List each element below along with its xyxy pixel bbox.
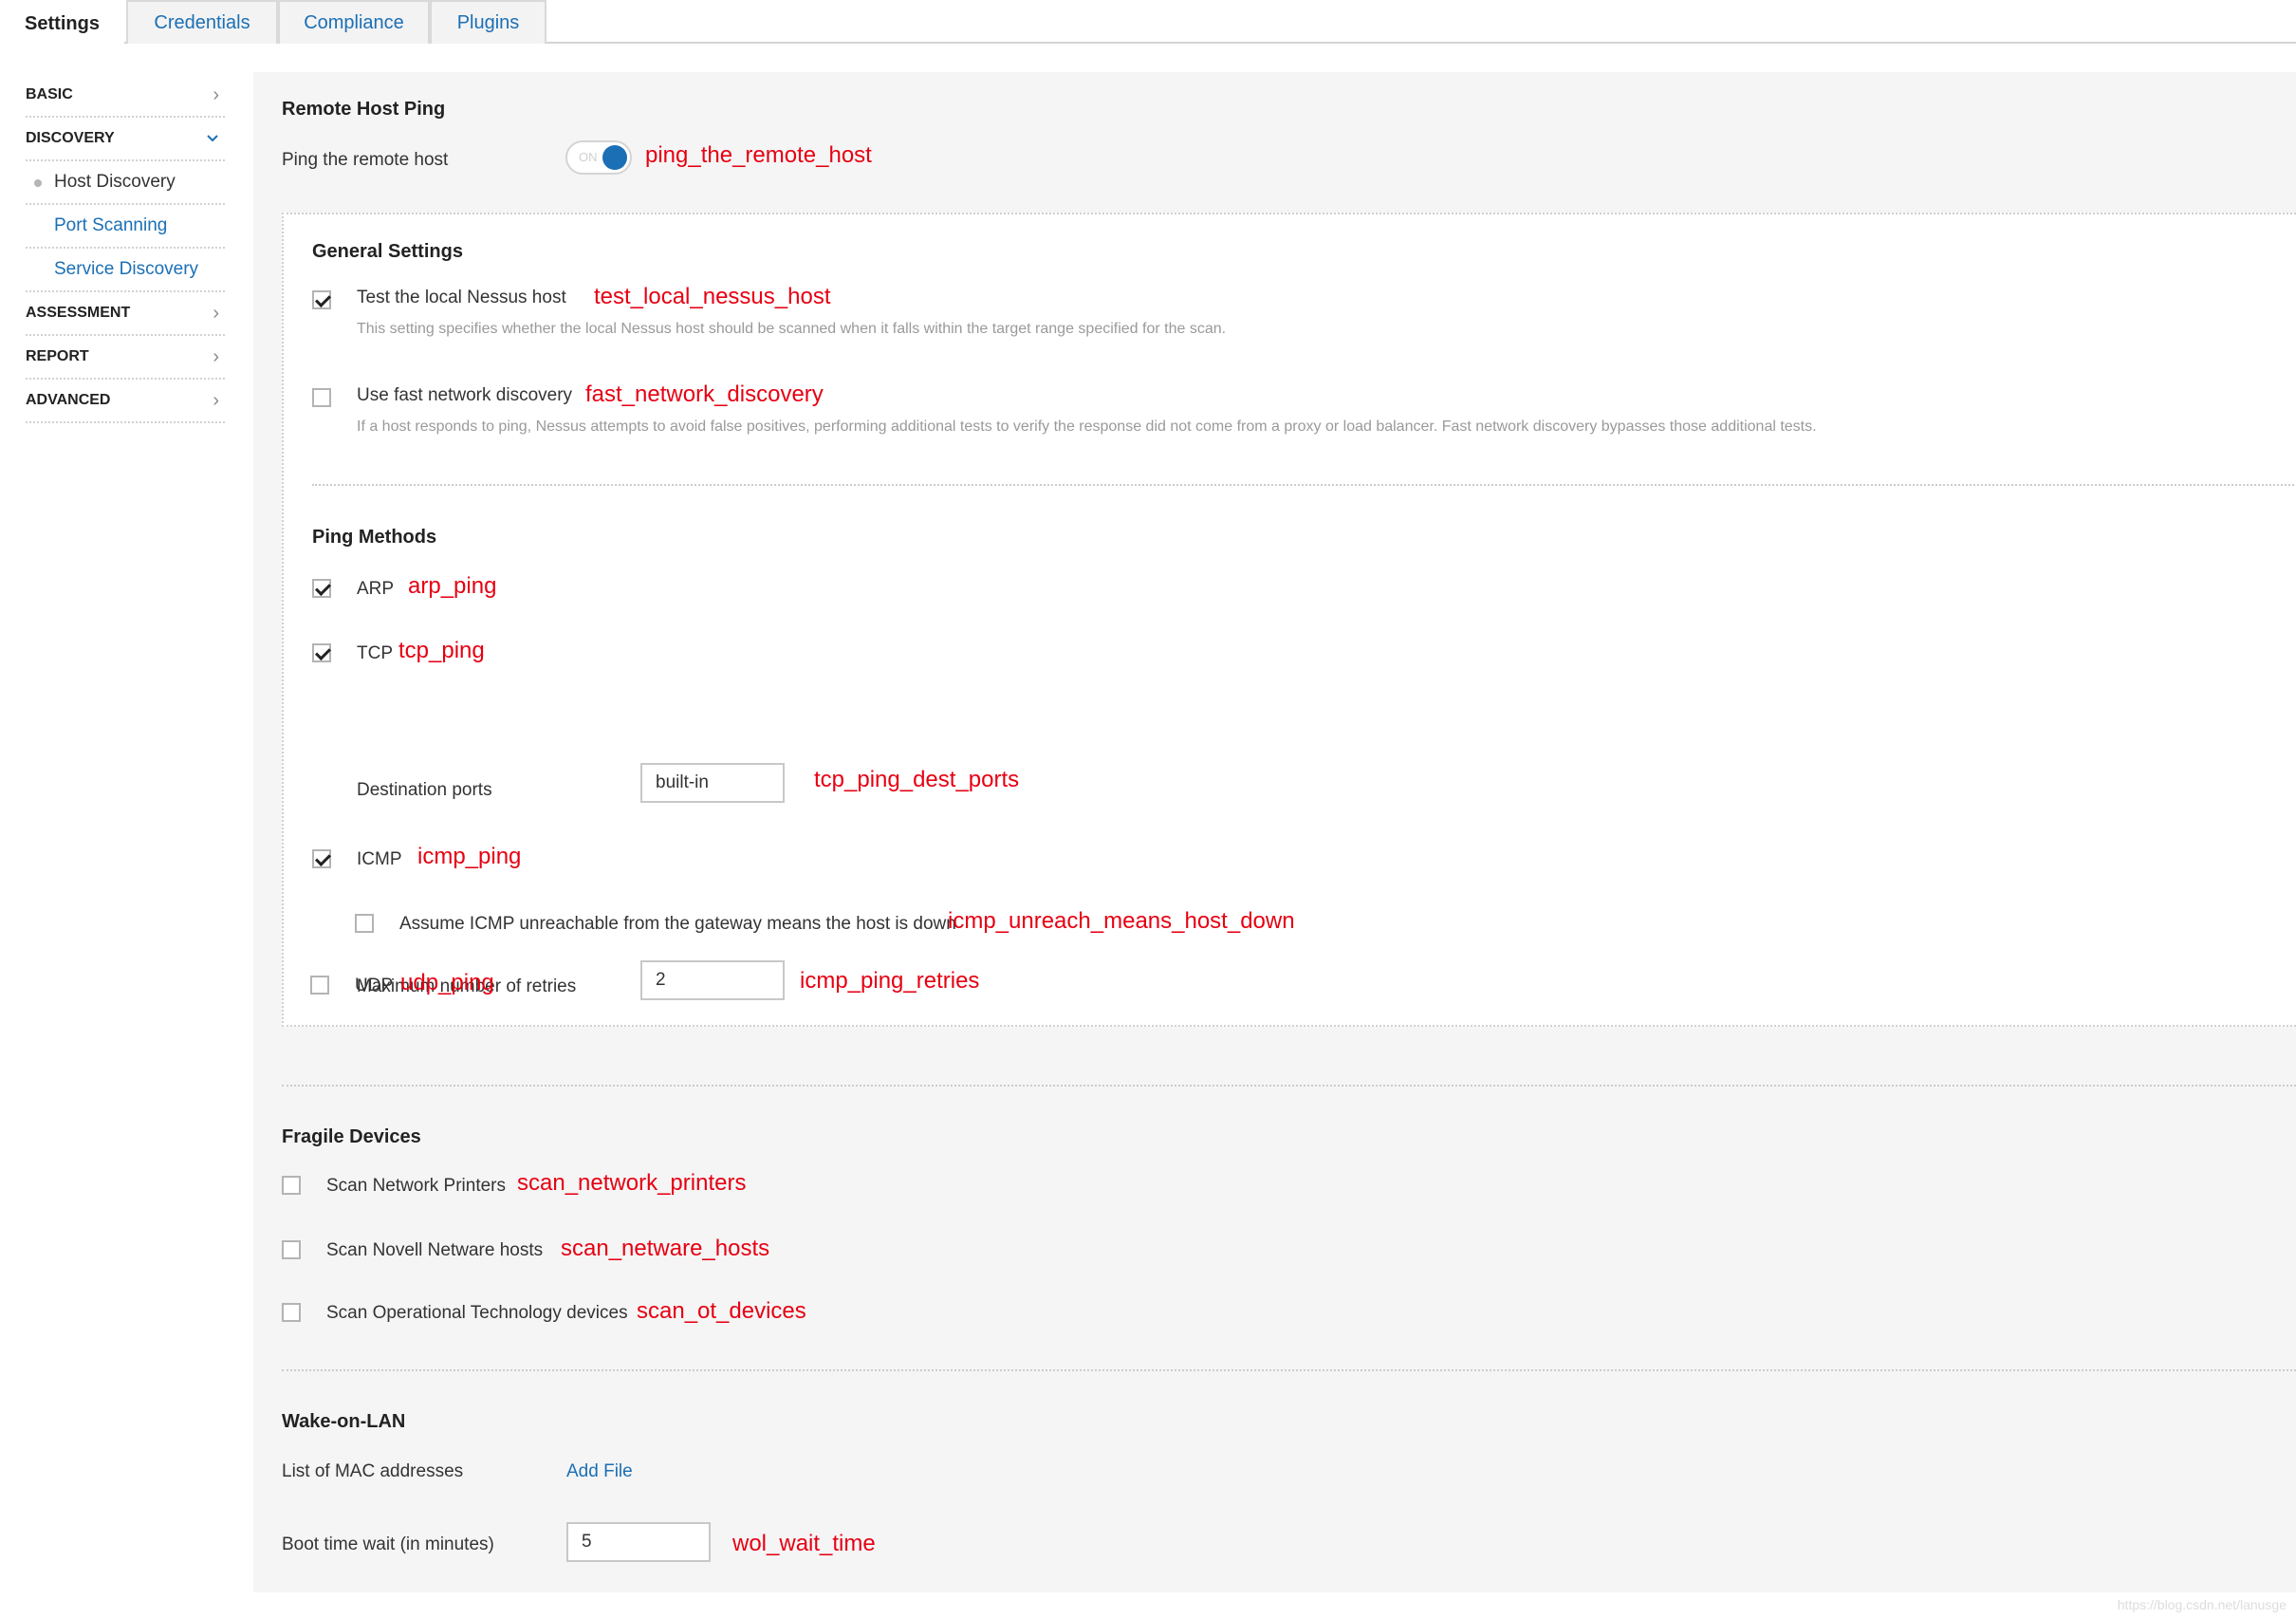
annotation-icmp-ping: icmp_ping: [417, 844, 522, 869]
ping-settings-subpanel: General Settings Test the local Nessus h…: [282, 213, 2296, 1027]
sidebar-item-assessment[interactable]: ASSESSMENT ›: [26, 292, 225, 336]
icmp-unreachable-checkbox[interactable]: [355, 914, 374, 933]
tab-compliance[interactable]: Compliance: [278, 0, 430, 44]
fast-network-discovery-description: If a host responds to ping, Nessus attem…: [357, 418, 1817, 435]
test-local-nessus-description: This setting specifies whether the local…: [357, 321, 1227, 337]
sidebar-item-label: Service Discovery: [54, 259, 199, 279]
tab-bar: Settings Credentials Compliance Plugins: [0, 0, 2296, 46]
chevron-right-icon: ›: [213, 302, 219, 324]
annotation-tcp-ping: tcp_ping: [398, 638, 485, 663]
section-title-wake-on-lan: Wake-on-LAN: [282, 1411, 406, 1432]
fast-network-discovery-label: Use fast network discovery: [357, 385, 573, 405]
sidebar-item-service-discovery[interactable]: Service Discovery: [26, 249, 225, 292]
test-local-nessus-checkbox[interactable]: [312, 290, 331, 309]
scan-ot-devices-label: Scan Operational Technology devices: [326, 1303, 628, 1323]
sidebar: BASIC › DISCOVERY Host Discovery Port Sc…: [26, 74, 225, 423]
chevron-right-icon: ›: [213, 345, 219, 367]
sidebar-item-report[interactable]: REPORT ›: [26, 336, 225, 380]
boot-time-wait-input[interactable]: [566, 1522, 711, 1562]
settings-panel: Remote Host Ping Ping the remote host ON…: [253, 72, 2296, 1592]
sidebar-item-label: Host Discovery: [54, 172, 176, 192]
sidebar-item-label: Port Scanning: [54, 215, 168, 235]
icmp-label: ICMP: [357, 849, 402, 869]
boot-time-wait-label: Boot time wait (in minutes): [282, 1534, 494, 1554]
scan-netware-hosts-label: Scan Novell Netware hosts: [326, 1240, 544, 1260]
annotation-wol-wait-time: wol_wait_time: [732, 1531, 876, 1556]
arp-label: ARP: [357, 579, 395, 599]
annotation-icmp-unreach-means-host-down: icmp_unreach_means_host_down: [948, 908, 1295, 934]
max-retries-input[interactable]: [640, 960, 785, 1000]
divider: [282, 1085, 2296, 1087]
annotation-udp-ping: udp_ping: [400, 970, 494, 995]
udp-checkbox[interactable]: [310, 976, 329, 995]
annotation-scan-network-printers: scan_network_printers: [517, 1170, 747, 1196]
sidebar-item-label: ADVANCED: [26, 392, 111, 408]
scan-network-printers-checkbox[interactable]: [282, 1176, 301, 1195]
toggle-knob: [602, 145, 627, 170]
sidebar-item-basic[interactable]: BASIC ›: [26, 74, 225, 118]
annotation-scan-netware-hosts: scan_netware_hosts: [561, 1236, 770, 1261]
watermark: https://blog.csdn.net/lanusge: [2117, 1597, 2287, 1612]
mac-addresses-label: List of MAC addresses: [282, 1461, 464, 1481]
bullet-icon: [34, 179, 42, 187]
annotation-test-local-nessus-host: test_local_nessus_host: [594, 284, 831, 309]
annotation-icmp-ping-retries: icmp_ping_retries: [800, 968, 980, 994]
divider: [312, 484, 2296, 486]
sidebar-item-host-discovery[interactable]: Host Discovery: [26, 161, 225, 205]
arp-checkbox[interactable]: [312, 579, 331, 598]
tab-settings[interactable]: Settings: [0, 0, 124, 46]
tcp-checkbox[interactable]: [312, 643, 331, 662]
destination-ports-label: Destination ports: [357, 780, 492, 800]
annotation-tcp-ping-dest-ports: tcp_ping_dest_ports: [814, 767, 1020, 792]
tcp-label: TCP: [357, 643, 393, 663]
scan-network-printers-label: Scan Network Printers: [326, 1176, 507, 1196]
annotation-arp-ping: arp_ping: [408, 573, 497, 599]
annotation-ping-the-remote-host: ping_the_remote_host: [645, 142, 872, 168]
sidebar-item-label: DISCOVERY: [26, 130, 115, 146]
chevron-right-icon: ›: [213, 389, 219, 411]
sidebar-item-discovery[interactable]: DISCOVERY: [26, 118, 225, 161]
chevron-down-icon: [206, 118, 219, 159]
section-title-remote-host-ping: Remote Host Ping: [282, 99, 446, 120]
sidebar-item-label: ASSESSMENT: [26, 305, 131, 321]
tab-credentials[interactable]: Credentials: [126, 0, 278, 44]
icmp-unreachable-label: Assume ICMP unreachable from the gateway…: [399, 914, 956, 934]
scan-netware-hosts-checkbox[interactable]: [282, 1240, 301, 1259]
annotation-scan-ot-devices: scan_ot_devices: [637, 1298, 806, 1324]
sidebar-item-label: BASIC: [26, 86, 73, 102]
fast-network-discovery-checkbox[interactable]: [312, 388, 331, 407]
ping-remote-host-toggle[interactable]: ON: [565, 140, 632, 175]
test-local-nessus-label: Test the local Nessus host: [357, 288, 566, 307]
ping-remote-host-label: Ping the remote host: [282, 150, 449, 170]
toggle-text: ON: [579, 150, 598, 164]
divider: [282, 1369, 2296, 1371]
udp-label: UDP: [355, 976, 394, 995]
section-title-ping-methods: Ping Methods: [312, 527, 437, 548]
sidebar-item-port-scanning[interactable]: Port Scanning: [26, 205, 225, 249]
section-title-general-settings: General Settings: [312, 241, 463, 262]
annotation-fast-network-discovery: fast_network_discovery: [585, 381, 824, 407]
sidebar-item-advanced[interactable]: ADVANCED ›: [26, 380, 225, 423]
tab-plugins[interactable]: Plugins: [430, 0, 546, 44]
scan-ot-devices-checkbox[interactable]: [282, 1303, 301, 1322]
section-title-fragile-devices: Fragile Devices: [282, 1126, 421, 1147]
chevron-right-icon: ›: [213, 84, 219, 105]
icmp-checkbox[interactable]: [312, 849, 331, 868]
sidebar-item-label: REPORT: [26, 348, 89, 364]
add-file-link[interactable]: Add File: [566, 1461, 633, 1482]
destination-ports-input[interactable]: [640, 763, 785, 803]
